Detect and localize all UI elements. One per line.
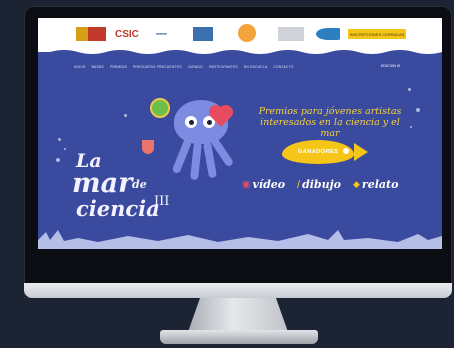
csic-logo-text: CSIC — [115, 28, 139, 40]
category-dibujo-label: dibujo — [302, 178, 341, 191]
flask-icon — [142, 140, 154, 154]
monitor-chin — [24, 283, 452, 298]
nav-item-escuela[interactable]: EN ESCUELA — [244, 65, 267, 69]
planet-icon — [150, 98, 170, 118]
category-relato[interactable]: ◆ relato — [353, 178, 398, 191]
circle-logo[interactable] — [238, 24, 256, 42]
fish-eye-icon — [343, 148, 349, 154]
nav-item-premios[interactable]: PREMIOS — [110, 65, 127, 69]
monitor-stand — [188, 298, 288, 332]
header-wave — [38, 50, 442, 54]
tentacle-icon — [190, 141, 202, 181]
csic-logo[interactable]: CSIC — [115, 27, 139, 41]
pen-icon: ◆ — [353, 179, 360, 189]
hero-title-mar: mar — [72, 168, 133, 199]
website-screen: CSIC ━━━ INSCRIPCIONES CERRADAS INICIO B… — [38, 18, 442, 249]
promo-text: Premios para jóvenes artistas interesado… — [250, 106, 410, 139]
winners-button-label: GANADORES — [297, 149, 339, 155]
octopus-eye-icon — [185, 116, 197, 128]
nav-item-faq[interactable]: PREGUNTAS FRECUENTES — [133, 65, 182, 69]
tentacle-icon — [171, 137, 193, 175]
promo-line-2: interesados en la ciencia y el mar — [260, 117, 400, 139]
nav-item-participantes[interactable]: PARTICIPANTES — [209, 65, 238, 69]
category-dibujo[interactable]: / dibujo — [297, 178, 341, 191]
category-video[interactable]: ▣ vídeo — [242, 178, 285, 191]
hero-title-ciencia: ciencia — [76, 196, 160, 221]
gobierno-espana-logo[interactable] — [76, 27, 106, 41]
mar-logo[interactable]: ━━━ — [156, 27, 167, 41]
header-logo-bar: CSIC ━━━ INSCRIPCIONES CERRADAS — [38, 18, 442, 50]
hero-title-roman: III — [154, 194, 170, 209]
fish-logo[interactable] — [316, 28, 340, 40]
hero-title-de: de — [132, 178, 147, 191]
pencil-icon: / — [297, 178, 301, 191]
category-relato-label: relato — [361, 178, 399, 191]
promo-line-1: Premios para jóvenes artistas — [258, 106, 402, 117]
video-icon: ▣ — [242, 179, 251, 189]
nav-item-contacto[interactable]: CONTACTO — [273, 65, 293, 69]
monitor-base — [160, 330, 318, 344]
category-video-label: vídeo — [252, 178, 286, 191]
nav-item-inicio[interactable]: INICIO — [74, 65, 86, 69]
winners-button[interactable]: GANADORES — [282, 140, 368, 164]
seabed-decoration — [38, 230, 442, 249]
nav-item-jurado[interactable]: JURADO — [188, 65, 203, 69]
institution-logo[interactable] — [278, 27, 304, 41]
nav-edition-label[interactable]: EDICIÓN III — [381, 64, 400, 68]
nav-item-bases[interactable]: BASES — [92, 65, 104, 69]
inscription-button[interactable]: INSCRIPCIONES CERRADAS — [348, 29, 406, 39]
square-logo[interactable] — [193, 27, 213, 41]
